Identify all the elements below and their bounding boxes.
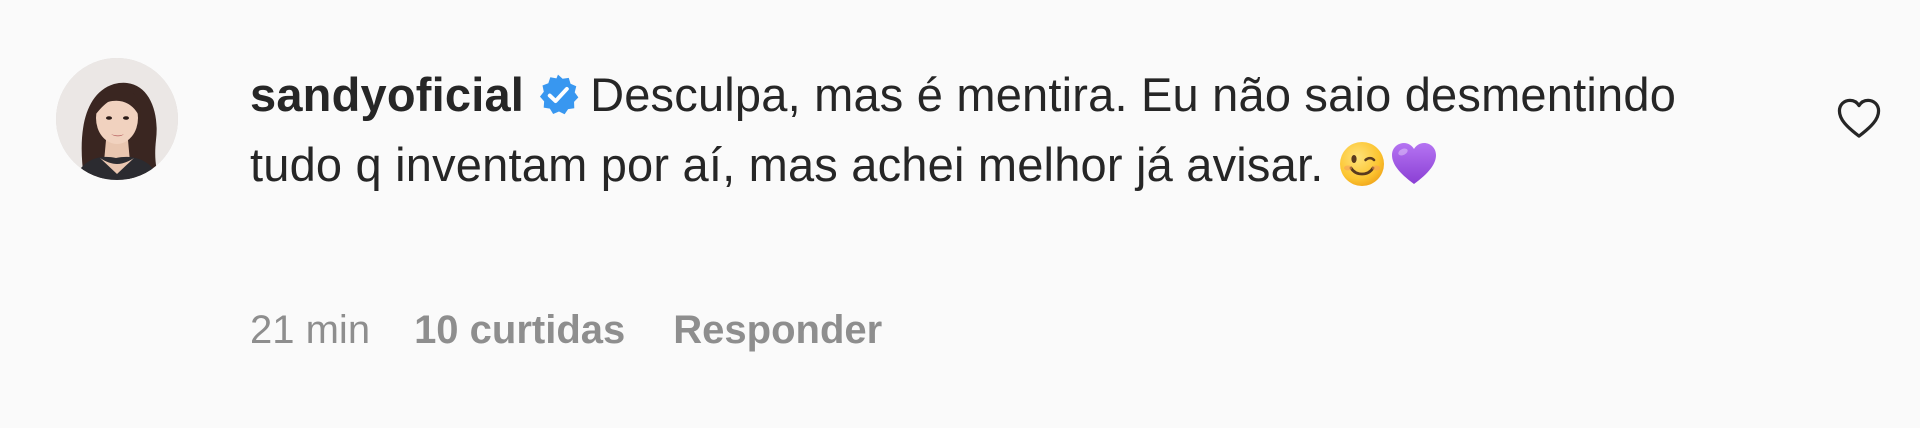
comment-item: sandyoficial Desculpa, mas é mentira. Eu…: [0, 0, 1920, 428]
username-link[interactable]: sandyoficial: [250, 68, 524, 121]
heart-outline-icon: [1837, 98, 1881, 138]
reply-button[interactable]: Responder: [673, 305, 882, 355]
winking-face-emoji-icon: [1339, 142, 1384, 186]
purple-heart-emoji-icon: [1391, 143, 1436, 184]
timestamp[interactable]: 21 min: [250, 305, 370, 355]
comment-meta: 21 min 10 curtidas Responder: [250, 305, 882, 355]
verified-badge-icon: [540, 74, 579, 115]
avatar[interactable]: [56, 58, 178, 180]
avatar-image: [56, 58, 178, 180]
comment-body: sandyoficial Desculpa, mas é mentira. Eu…: [250, 60, 1730, 200]
likes-count-button[interactable]: 10 curtidas: [414, 305, 625, 355]
like-button[interactable]: [1836, 97, 1882, 139]
